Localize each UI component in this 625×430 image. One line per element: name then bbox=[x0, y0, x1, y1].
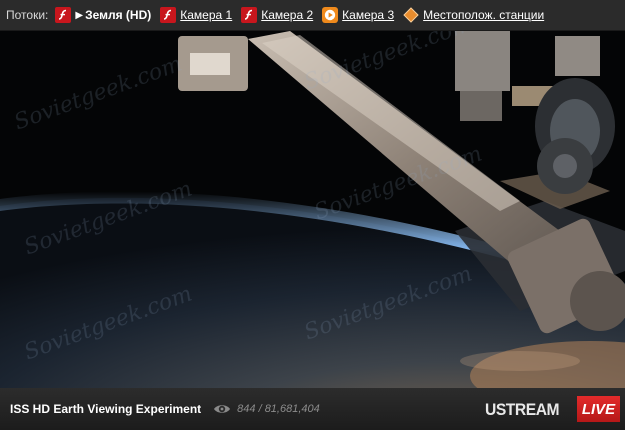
diamond-location-icon bbox=[403, 7, 419, 23]
stream-label: Камера 2 bbox=[261, 8, 314, 22]
video-title: ISS HD Earth Viewing Experiment bbox=[10, 402, 202, 416]
active-stream-arrow-icon: ▶ bbox=[75, 9, 84, 21]
station-location-link[interactable]: Местополож. станции bbox=[403, 7, 544, 23]
stream-label: Камера 1 bbox=[180, 8, 233, 22]
streams-bar: Потоки: ▶ Земля (HD) Камера 1 Камера 2 К… bbox=[0, 0, 625, 31]
live-badge: LIVE bbox=[577, 396, 620, 422]
stream-earth-hd[interactable]: ▶ Земля (HD) bbox=[55, 7, 151, 23]
stream-camera-1[interactable]: Камера 1 bbox=[160, 7, 232, 23]
viewer-count: 844 / 81,681,404 bbox=[237, 403, 320, 415]
flash-icon bbox=[241, 7, 258, 23]
iss-earth-view bbox=[0, 31, 625, 388]
eye-icon bbox=[214, 405, 231, 413]
streams-label: Потоки: bbox=[6, 8, 49, 22]
video-player[interactable]: Sovietgeek.com Sovietgeek.com Sovietgeek… bbox=[0, 31, 625, 388]
stream-camera-2[interactable]: Камера 2 bbox=[241, 7, 313, 23]
stream-camera-3[interactable]: Камера 3 bbox=[322, 7, 394, 23]
stream-label: Местополож. станции bbox=[423, 8, 545, 22]
flash-icon bbox=[55, 7, 72, 23]
player-info-bar: ISS HD Earth Viewing Experiment 844 / 81… bbox=[0, 388, 625, 430]
ustream-logo[interactable]: USTREAM bbox=[485, 400, 560, 420]
stream-label: Камера 3 bbox=[342, 8, 395, 22]
flash-icon bbox=[160, 7, 177, 23]
play-icon bbox=[322, 7, 339, 23]
stream-label: Земля (HD) bbox=[85, 8, 152, 22]
